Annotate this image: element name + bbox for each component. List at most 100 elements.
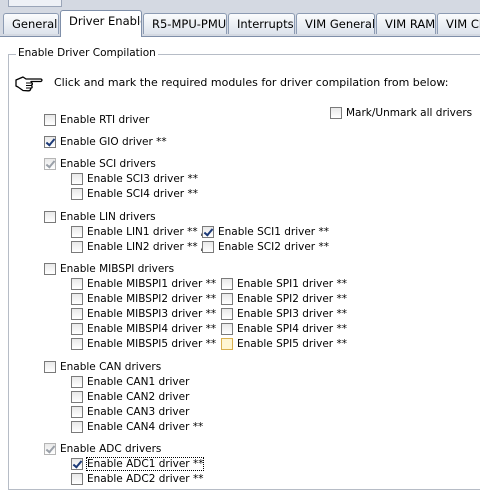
checkbox-label: Enable CAN2 driver bbox=[87, 391, 190, 403]
checkbox[interactable] bbox=[71, 421, 83, 433]
checkbox-label: Enable MIBSPI5 driver ** bbox=[87, 338, 217, 350]
checkbox[interactable] bbox=[71, 173, 83, 185]
checkbox-label: Enable LIN2 driver ** / bbox=[87, 241, 205, 253]
checkbox-label: Enable ADC2 driver ** bbox=[87, 473, 204, 485]
checkbox[interactable] bbox=[71, 323, 83, 335]
mibspi4-driver-checkbox-row[interactable]: Enable MIBSPI4 driver ** bbox=[71, 322, 216, 336]
checkbox-label: Enable ADC drivers bbox=[60, 443, 162, 455]
spi1-driver-checkbox-row[interactable]: Enable SPI1 driver ** bbox=[221, 277, 347, 291]
checkbox-label: Enable CAN drivers bbox=[60, 361, 162, 373]
sci1-driver-checkbox-row[interactable]: Enable SCI1 driver ** bbox=[202, 225, 329, 239]
checkbox-label: Enable GIO driver ** bbox=[60, 136, 167, 148]
checkbox[interactable] bbox=[44, 263, 56, 275]
checkbox[interactable] bbox=[44, 158, 56, 170]
instruction-text: Click and mark the required modules for … bbox=[54, 76, 449, 89]
checkbox[interactable] bbox=[44, 114, 56, 126]
can2-driver-checkbox-row[interactable]: Enable CAN2 driver bbox=[71, 390, 189, 404]
checkbox[interactable] bbox=[221, 293, 233, 305]
sci4-driver-checkbox-row[interactable]: Enable SCI4 driver ** bbox=[71, 187, 198, 201]
checkbox-label: Enable SPI1 driver ** bbox=[237, 278, 347, 290]
adc2-driver-checkbox-row[interactable]: Enable ADC2 driver ** bbox=[71, 472, 203, 486]
tab-vim-ram[interactable]: VIM RAM bbox=[376, 13, 436, 34]
checkbox-label: Enable MIBSPI2 driver ** bbox=[87, 293, 217, 305]
spi4-driver-checkbox-row[interactable]: Enable SPI4 driver ** bbox=[221, 322, 347, 336]
checkbox[interactable] bbox=[71, 391, 83, 403]
pointing-hand-icon bbox=[15, 76, 43, 92]
mibspi-drivers-checkbox-row[interactable]: Enable MIBSPI drivers bbox=[44, 262, 174, 276]
checkbox[interactable] bbox=[71, 308, 83, 320]
checkbox-label: Enable ADC1 driver ** bbox=[85, 457, 205, 471]
checkbox[interactable] bbox=[44, 361, 56, 373]
checkbox-label: Enable SPI3 driver ** bbox=[237, 308, 347, 320]
tab-stub bbox=[8, 0, 62, 7]
mibspi2-driver-checkbox-row[interactable]: Enable MIBSPI2 driver ** bbox=[71, 292, 216, 306]
checkbox[interactable] bbox=[71, 338, 83, 350]
checkbox-label: Enable CAN4 driver ** bbox=[87, 421, 204, 433]
checkbox-label: Enable SPI4 driver ** bbox=[237, 323, 347, 335]
checkbox-label: Enable SCI3 driver ** bbox=[87, 173, 198, 185]
tab-general[interactable]: General bbox=[3, 13, 59, 34]
checkbox[interactable] bbox=[44, 443, 56, 455]
checkbox[interactable] bbox=[202, 226, 214, 238]
can-drivers-checkbox-row[interactable]: Enable CAN drivers bbox=[44, 360, 161, 374]
checkbox[interactable] bbox=[44, 211, 56, 223]
adc1-driver-checkbox-row[interactable]: Enable ADC1 driver ** bbox=[71, 457, 205, 471]
checkbox[interactable] bbox=[221, 308, 233, 320]
checkbox-label: Enable MIBSPI1 driver ** bbox=[87, 278, 217, 290]
checkbox[interactable] bbox=[71, 376, 83, 388]
checkbox[interactable] bbox=[71, 278, 83, 290]
tab-vim-channel[interactable]: VIM Ch bbox=[437, 13, 480, 34]
checkbox[interactable] bbox=[71, 241, 83, 253]
can3-driver-checkbox-row[interactable]: Enable CAN3 driver bbox=[71, 405, 189, 419]
checkbox[interactable] bbox=[202, 241, 214, 253]
can1-driver-checkbox-row[interactable]: Enable CAN1 driver bbox=[71, 375, 189, 389]
checkbox-label: Enable SCI2 driver ** bbox=[218, 241, 329, 253]
checkbox[interactable] bbox=[71, 226, 83, 238]
can4-driver-checkbox-row[interactable]: Enable CAN4 driver ** bbox=[71, 420, 203, 434]
checkbox-label: Enable SPI2 driver ** bbox=[237, 293, 347, 305]
checkbox-label: Enable SPI5 driver ** bbox=[237, 338, 347, 350]
rti-driver-checkbox-row[interactable]: Enable RTI driver bbox=[44, 113, 149, 127]
spi5-driver-checkbox-row[interactable]: Enable SPI5 driver ** bbox=[221, 337, 347, 351]
mark-all-checkbox-row[interactable]: Mark/Unmark all drivers bbox=[330, 106, 472, 120]
checkbox-label: Enable LIN drivers bbox=[60, 211, 156, 223]
sci2-driver-checkbox-row[interactable]: Enable SCI2 driver ** bbox=[202, 240, 329, 254]
checkbox[interactable] bbox=[330, 107, 342, 119]
checkbox-label: Enable CAN3 driver bbox=[87, 406, 190, 418]
tab-r5-mpu-pmu[interactable]: R5-MPU-PMU bbox=[143, 13, 227, 34]
group-title: Enable Driver Compilation bbox=[16, 47, 158, 59]
checkbox[interactable] bbox=[221, 323, 233, 335]
checkbox[interactable] bbox=[221, 278, 233, 290]
checkbox-label: Enable RTI driver bbox=[60, 114, 150, 126]
tab-bar: General Driver Enable R5-MPU-PMU Interru… bbox=[0, 10, 480, 37]
checkbox-label: Enable LIN1 driver ** / bbox=[87, 226, 205, 238]
mibspi5-driver-checkbox-row[interactable]: Enable MIBSPI5 driver ** bbox=[71, 337, 216, 351]
mibspi1-driver-checkbox-row[interactable]: Enable MIBSPI1 driver ** bbox=[71, 277, 216, 291]
checkbox[interactable] bbox=[221, 338, 233, 350]
checkbox[interactable] bbox=[44, 136, 56, 148]
window-top-strip bbox=[0, 0, 480, 10]
checkbox[interactable] bbox=[71, 188, 83, 200]
checkbox[interactable] bbox=[71, 406, 83, 418]
sci-drivers-checkbox-row[interactable]: Enable SCI drivers bbox=[44, 157, 156, 171]
tab-interrupts[interactable]: Interrupts bbox=[228, 13, 295, 34]
lin1-driver-checkbox-row[interactable]: Enable LIN1 driver ** / bbox=[71, 225, 205, 239]
lin-drivers-checkbox-row[interactable]: Enable LIN drivers bbox=[44, 210, 156, 224]
adc-drivers-checkbox-row[interactable]: Enable ADC drivers bbox=[44, 442, 161, 456]
checkbox[interactable] bbox=[71, 293, 83, 305]
spi2-driver-checkbox-row[interactable]: Enable SPI2 driver ** bbox=[221, 292, 347, 306]
checkbox-label: Mark/Unmark all drivers bbox=[346, 107, 473, 119]
lin2-driver-checkbox-row[interactable]: Enable LIN2 driver ** / bbox=[71, 240, 205, 254]
checkbox[interactable] bbox=[71, 473, 83, 485]
tab-driver-enable[interactable]: Driver Enable bbox=[60, 10, 142, 37]
sci3-driver-checkbox-row[interactable]: Enable SCI3 driver ** bbox=[71, 172, 198, 186]
checkbox-label: Enable MIBSPI4 driver ** bbox=[87, 323, 217, 335]
checkbox-label: Enable SCI1 driver ** bbox=[218, 226, 329, 238]
checkbox-label: Enable CAN1 driver bbox=[87, 376, 190, 388]
mibspi3-driver-checkbox-row[interactable]: Enable MIBSPI3 driver ** bbox=[71, 307, 216, 321]
checkbox[interactable] bbox=[71, 458, 83, 470]
spi3-driver-checkbox-row[interactable]: Enable SPI3 driver ** bbox=[221, 307, 347, 321]
gio-driver-checkbox-row[interactable]: Enable GIO driver ** bbox=[44, 135, 167, 149]
checkbox-label: Enable MIBSPI3 driver ** bbox=[87, 308, 217, 320]
tab-vim-general[interactable]: VIM General bbox=[296, 13, 375, 34]
